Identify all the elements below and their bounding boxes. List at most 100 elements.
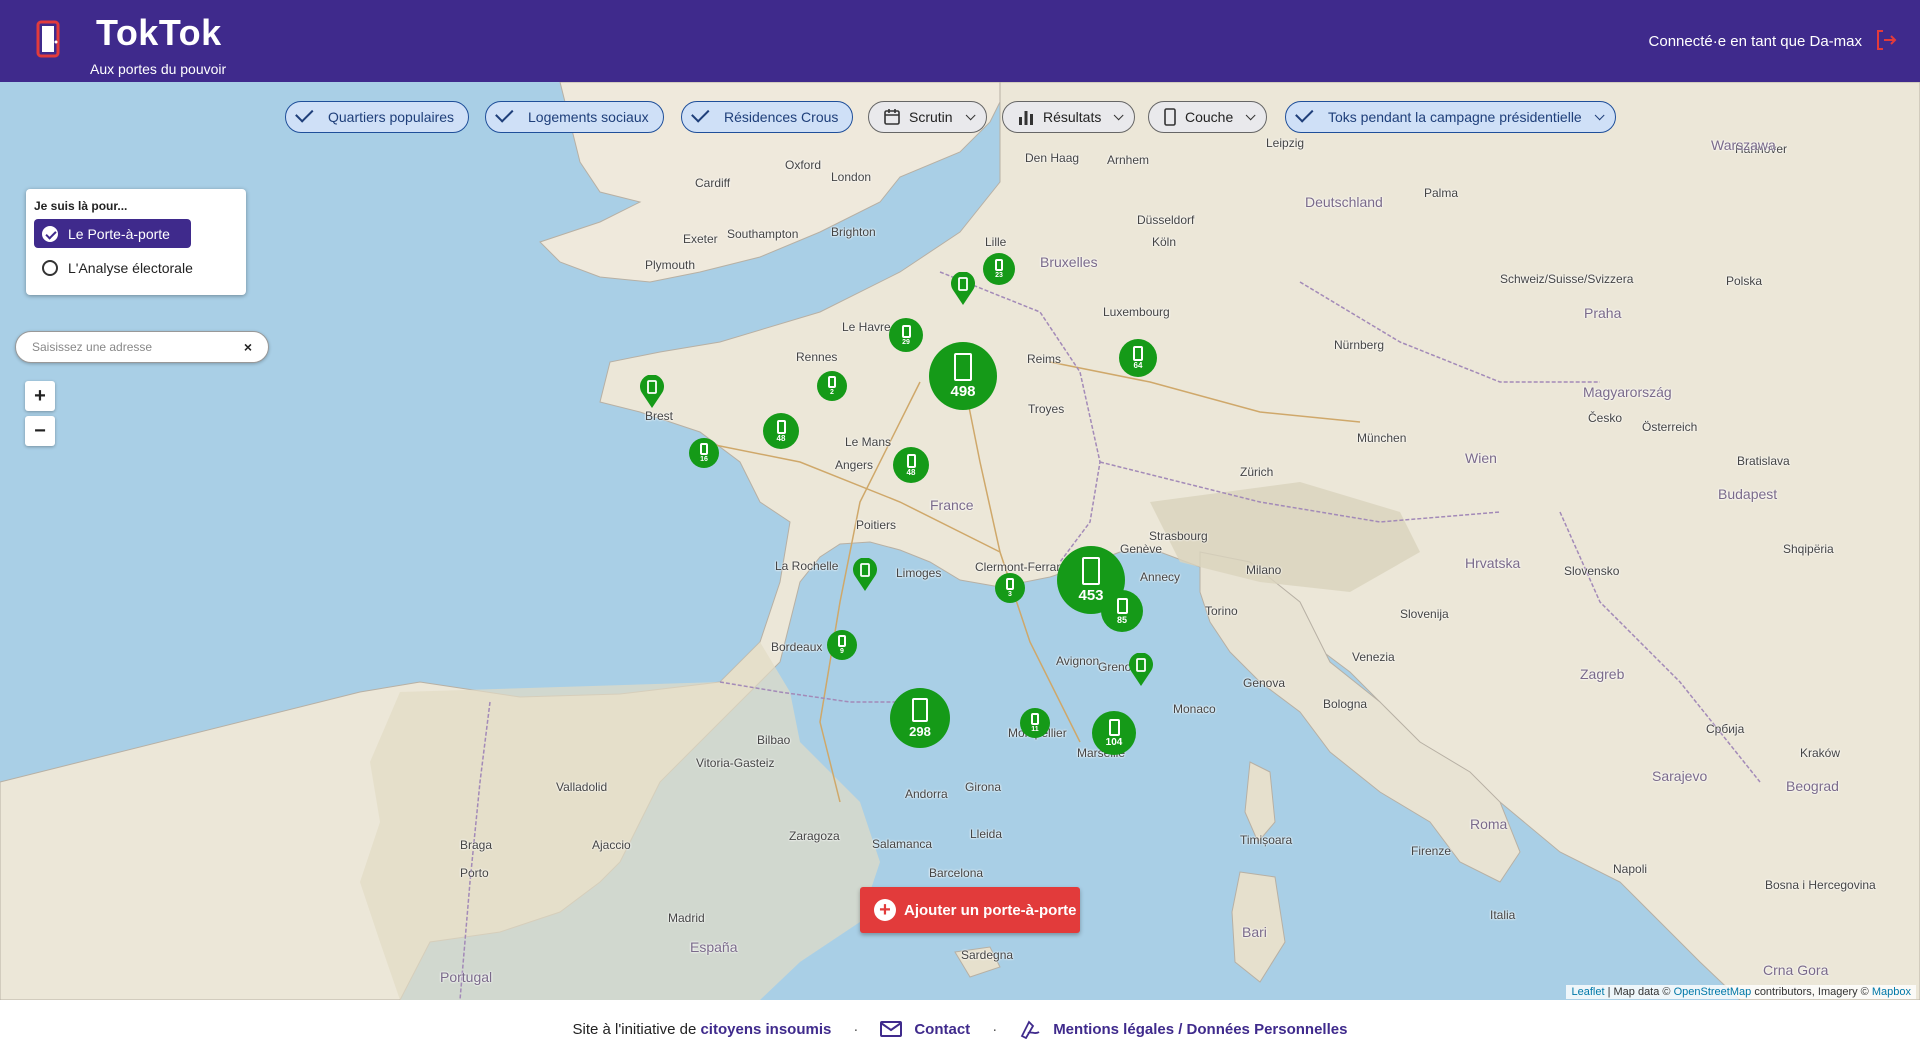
phone-icon xyxy=(912,698,928,722)
map-label: Milano xyxy=(1246,563,1282,577)
cluster-count: 3 xyxy=(1008,591,1012,598)
osm-link[interactable]: OpenStreetMap xyxy=(1674,986,1752,998)
mode-option-door-to-door[interactable]: Le Porte-à-porte xyxy=(34,219,191,248)
map-label: Deutschland xyxy=(1305,194,1383,210)
map-label: Bruxelles xyxy=(1040,254,1098,270)
address-search: × xyxy=(15,331,269,363)
map-label: Limoges xyxy=(896,566,942,580)
map-pin-icon[interactable] xyxy=(852,558,878,592)
map-label: Köln xyxy=(1152,235,1177,249)
phone-icon xyxy=(776,419,786,434)
signature-icon xyxy=(1019,1019,1041,1039)
filter-residences-crous[interactable]: Résidences Crous xyxy=(681,101,854,133)
filter-quartiers-populaires[interactable]: Quartiers populaires xyxy=(285,101,470,133)
logout-icon[interactable] xyxy=(1874,28,1898,52)
zoom-out-button[interactable]: − xyxy=(25,416,55,446)
legal-link[interactable]: Mentions légales / Données Personnelles xyxy=(1053,1021,1347,1038)
phone-icon xyxy=(1031,713,1039,725)
map-label: Firenze xyxy=(1411,844,1452,858)
cluster-count: 104 xyxy=(1105,736,1123,748)
map-label: Leipzig xyxy=(1266,136,1305,150)
address-search-input[interactable] xyxy=(32,340,244,354)
map-pin-icon[interactable] xyxy=(1128,653,1154,687)
filter-scrutin-dropdown[interactable]: Scrutin xyxy=(868,101,987,133)
cluster-marker[interactable]: 11 xyxy=(1020,708,1050,738)
phone-icon xyxy=(1082,557,1100,585)
map-pin-icon[interactable] xyxy=(639,375,665,409)
cluster-marker[interactable]: 16 xyxy=(689,438,719,468)
map-label: Bari xyxy=(1242,924,1267,940)
map-label: Roma xyxy=(1470,816,1508,832)
footer-initiative-text: Site à l'initiative de xyxy=(572,1020,697,1038)
map-label: Strasbourg xyxy=(1149,529,1208,543)
phone-icon xyxy=(1133,346,1143,361)
map-label: Andorra xyxy=(905,787,948,801)
filter-label: Quartiers populaires xyxy=(328,109,455,125)
map-label: Bosna i Hercegovina xyxy=(1765,878,1876,892)
user-label: Connecté·e en tant que Da-max xyxy=(1648,33,1862,50)
map-label: Beograd xyxy=(1786,778,1839,794)
map-label: Brighton xyxy=(831,225,876,239)
cluster-marker[interactable]: 48 xyxy=(893,447,929,483)
phone-icon xyxy=(954,353,972,381)
add-button-label: Ajouter un porte-à-porte xyxy=(904,901,1077,919)
cluster-marker[interactable]: 9 xyxy=(827,630,857,660)
mode-option-label: Le Porte-à-porte xyxy=(68,225,170,242)
map-label: Luxembourg xyxy=(1103,305,1170,319)
mode-option-label: L'Analyse électorale xyxy=(68,259,193,276)
filter-couche-dropdown[interactable]: Couche xyxy=(1148,101,1268,133)
map-label: La Rochelle xyxy=(775,559,839,573)
cluster-marker[interactable]: 85 xyxy=(1101,590,1143,632)
cluster-marker[interactable]: 23 xyxy=(983,253,1015,285)
cluster-marker[interactable]: 298 xyxy=(890,688,950,748)
add-door-to-door-button[interactable]: + Ajouter un porte-à-porte xyxy=(860,887,1080,933)
legal-link-wrap[interactable]: Mentions légales / Données Personnelles xyxy=(1019,1019,1347,1039)
map-pin-icon[interactable] xyxy=(950,272,976,306)
cluster-marker[interactable]: 64 xyxy=(1119,339,1157,377)
cluster-count: 48 xyxy=(776,433,786,443)
contact-link-wrap[interactable]: Contact xyxy=(880,1021,970,1038)
cluster-marker[interactable]: 2 xyxy=(817,371,847,401)
attribution-text: | Map data © xyxy=(1607,986,1671,998)
clear-search-button[interactable]: × xyxy=(244,339,252,355)
cluster-marker[interactable]: 3 xyxy=(995,573,1025,603)
mode-panel: Je suis là pour... Le Porte-à-porte L'An… xyxy=(26,189,246,295)
citoyens-insoumis-link[interactable]: citoyens insoumis xyxy=(700,1021,831,1038)
cluster-marker[interactable]: 29 xyxy=(889,318,923,352)
cluster-count: 16 xyxy=(700,456,708,463)
filter-label: Résultats xyxy=(1043,109,1102,125)
mail-icon xyxy=(880,1021,903,1037)
zoom-in-button[interactable]: + xyxy=(25,381,55,411)
calendar-icon xyxy=(883,108,901,126)
cluster-count: 29 xyxy=(902,338,910,346)
map-label: Angers xyxy=(835,458,874,472)
cluster-marker[interactable]: 48 xyxy=(763,413,799,449)
filter-logements-sociaux[interactable]: Logements sociaux xyxy=(485,101,664,133)
map-label: Budapest xyxy=(1718,486,1778,502)
map[interactable]: Lille France Brest Rennes Le Havre Le Ma… xyxy=(0,82,1920,1000)
radio-unchecked-icon xyxy=(42,259,58,276)
phone-icon xyxy=(700,443,708,455)
map-label: Annecy xyxy=(1140,570,1181,584)
map-label: Portugal xyxy=(440,969,493,985)
map-label: Praha xyxy=(1584,305,1622,321)
map-label: Slovensko xyxy=(1564,564,1620,578)
map-label: Sardegna xyxy=(961,948,1014,962)
map-label: London xyxy=(831,170,872,184)
cluster-marker[interactable]: 498 xyxy=(929,342,997,410)
radio-checked-icon xyxy=(42,225,58,242)
map-label: Zagreb xyxy=(1580,666,1625,682)
contact-link[interactable]: Contact xyxy=(914,1021,970,1038)
map-label: Troyes xyxy=(1028,402,1065,416)
map-label: Bordeaux xyxy=(771,640,823,654)
map-label: Arnhem xyxy=(1107,153,1150,167)
filter-resultats-dropdown[interactable]: Résultats xyxy=(1002,101,1136,133)
filter-toks-presidentielle-dropdown[interactable]: Toks pendant la campagne présidentielle xyxy=(1285,101,1616,133)
mode-option-electoral-analysis[interactable]: L'Analyse électorale xyxy=(34,253,238,282)
map-label: Exeter xyxy=(683,232,718,246)
mapbox-link[interactable]: Mapbox xyxy=(1872,986,1911,998)
cluster-marker[interactable]: 104 xyxy=(1092,711,1136,755)
footer-separator: · xyxy=(992,1020,998,1038)
leaflet-link[interactable]: Leaflet xyxy=(1571,986,1604,998)
map-label: Palma xyxy=(1424,186,1459,200)
